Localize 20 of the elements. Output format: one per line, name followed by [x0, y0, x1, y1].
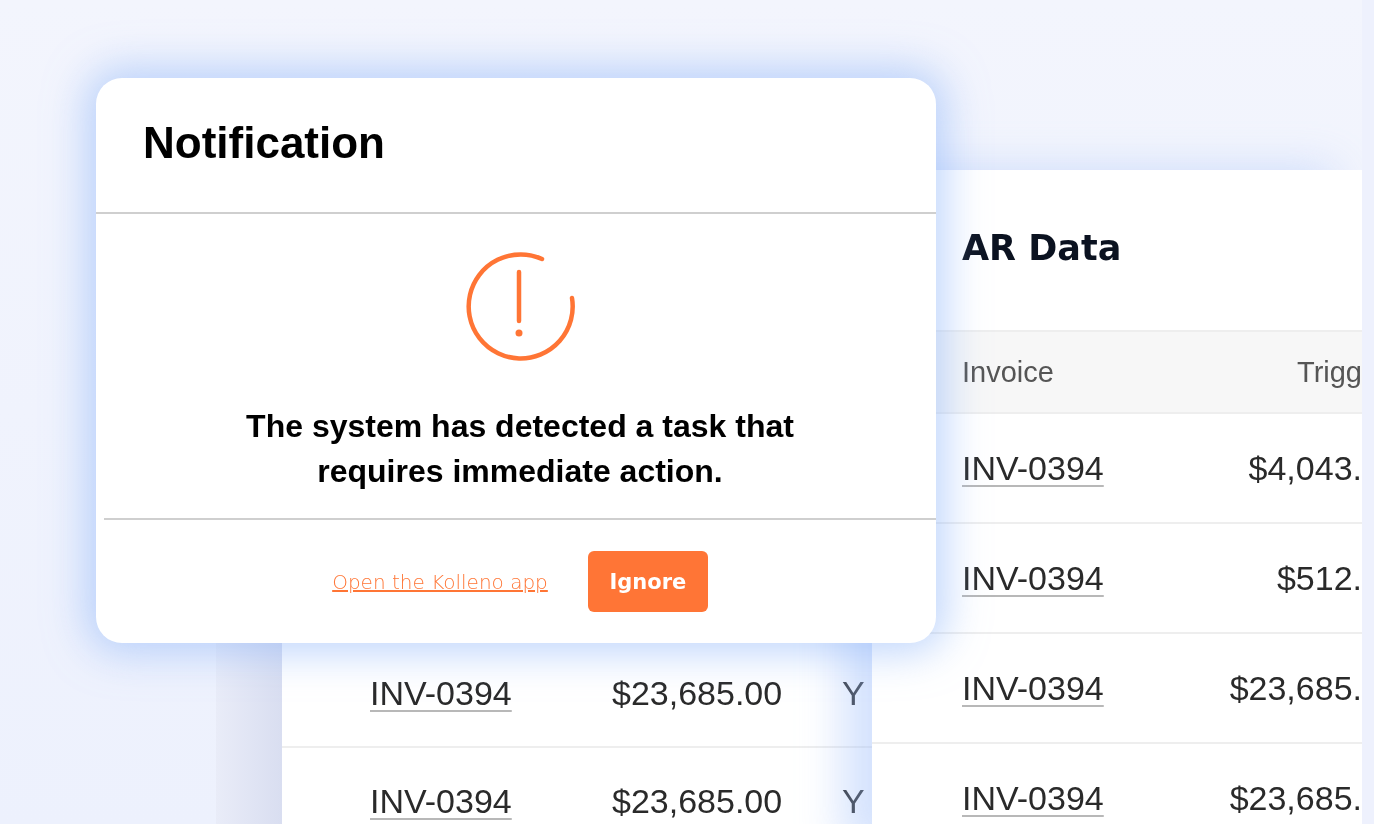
column-header: Trigg: [1296, 355, 1362, 389]
invoice-link[interactable]: INV-0394: [962, 668, 1104, 707]
dialog-title: Notification: [143, 118, 386, 168]
table-cell-text: $4,043.: [1247, 448, 1362, 488]
column-header: Invoice: [961, 355, 1055, 389]
table-cell-text: $23,685.: [1228, 778, 1362, 818]
table-cell-text: Y: [842, 673, 866, 713]
table-cell-text: Y: [842, 781, 866, 821]
table-cell-text: $23,685.: [1228, 668, 1362, 708]
dialog-message: The system has detected a task that requires immediate action.: [245, 407, 795, 491]
invoice-link[interactable]: INV-0394: [962, 448, 1104, 487]
invoice-link[interactable]: INV-0394: [370, 673, 512, 712]
card-title: AR Data: [961, 227, 1123, 270]
invoice-link[interactable]: INV-0394: [962, 558, 1104, 597]
invoice-link[interactable]: INV-0394: [370, 781, 512, 820]
table-cell-text: $512.: [1275, 558, 1362, 598]
invoice-link[interactable]: INV-0394: [962, 778, 1104, 817]
table-cell-text: $23,685.00: [612, 781, 784, 821]
warning-icon: [464, 250, 576, 362]
table-cell-text: $23,685.00: [612, 673, 784, 713]
